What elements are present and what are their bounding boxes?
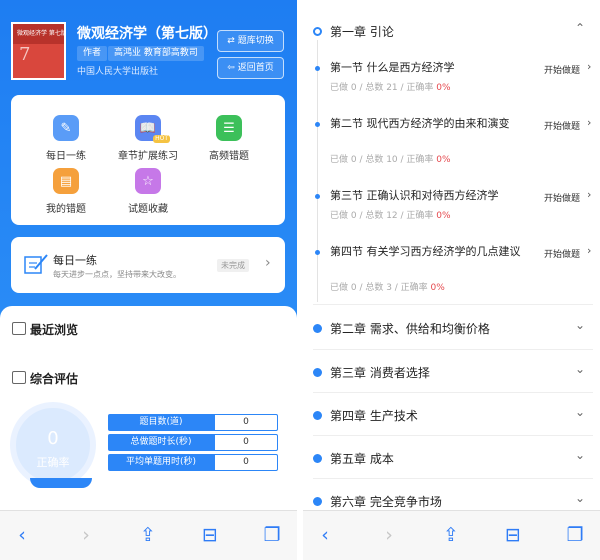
browser-toolbar: ‹ › ⇪ ⊟ ❐ xyxy=(0,510,297,560)
feature-grid: ✎ 每日一练 📖 HOT 章节扩展练习 ☰ 高频错题 ▤ 我的错题 ☆ 试题收藏 xyxy=(11,95,285,225)
bookmarks-icon[interactable]: ⊟ xyxy=(198,523,222,547)
bookmarks-icon[interactable]: ⊟ xyxy=(501,523,525,547)
book-icon: 📖 HOT xyxy=(135,115,170,143)
accuracy-value: 0 xyxy=(47,428,59,449)
back-home-button[interactable]: ⇦ 返回首页 xyxy=(217,57,284,79)
publisher: 中国人民大学出版社 xyxy=(77,67,159,77)
chapter-5-header[interactable]: 第五章 成本 ⌄ xyxy=(303,438,600,478)
cover-text: 微观经济学 第七版 xyxy=(17,30,66,37)
section-meta: 已做 0 / 总数 3 / 正确率 0% xyxy=(330,283,445,293)
chapter-title: 第二章 需求、供给和均衡价格 xyxy=(330,322,490,336)
chapter-dot xyxy=(313,454,322,463)
chevron-right-icon: › xyxy=(587,188,592,201)
chapter-title: 第一章 引论 xyxy=(330,25,394,39)
section-name: 第三节 正确认识和对待西方经济学 xyxy=(330,189,499,202)
chapter-1-header[interactable]: 第一章 引论 ⌃ xyxy=(303,11,600,51)
chapter-dot xyxy=(313,497,322,506)
status-badge: 未完成 xyxy=(217,259,249,272)
evaluation-title: 综合评估 xyxy=(30,372,79,386)
hot-badge: HOT xyxy=(153,135,170,143)
chevron-down-icon: ⌄ xyxy=(575,362,586,376)
share-icon[interactable]: ⇪ xyxy=(136,523,160,547)
section-name: 第二节 现代西方经济学的由来和演变 xyxy=(330,117,510,130)
stat-avg-time: 平均单题用时(秒) 0 xyxy=(108,454,278,471)
chevron-right-icon: › xyxy=(587,60,592,73)
start-practice-button[interactable]: 开始做题 xyxy=(544,63,580,76)
start-practice-button[interactable]: 开始做题 xyxy=(544,119,580,132)
book-title: 微观经济学（第七版） xyxy=(77,26,217,42)
section-meta: 已做 0 / 总数 21 / 正确率 0% xyxy=(330,83,451,93)
grid-daily-practice[interactable]: ✎ 每日一练 xyxy=(26,115,106,162)
chevron-up-icon: ⌃ xyxy=(575,21,586,35)
daily-practice-card[interactable]: 每日一练 每天进步一点点，坚持带来大改变。 未完成 › xyxy=(11,237,285,293)
start-practice-button[interactable]: 开始做题 xyxy=(544,191,580,204)
author-name: 高鸿业 教育部高教司 xyxy=(108,46,204,61)
chapter-dot xyxy=(313,368,322,377)
chapter-3-header[interactable]: 第三章 消费者选择 ⌄ xyxy=(303,352,600,392)
daily-subtitle: 每天进步一点点，坚持带来大改变。 xyxy=(53,270,181,279)
chevron-right-icon: › xyxy=(587,244,592,257)
section-meta: 已做 0 / 总数 10 / 正确率 0% xyxy=(330,155,451,165)
chapter-title: 第三章 消费者选择 xyxy=(330,366,430,380)
evaluation-icon xyxy=(12,371,26,384)
stat-total-time: 总做题时长(秒) 0 xyxy=(108,434,278,451)
recent-title[interactable]: 最近浏览 xyxy=(30,321,78,338)
pencil-icon: ✎ xyxy=(53,115,79,141)
swap-icon: ⇄ xyxy=(227,36,235,46)
stat-question-count: 题目数(道) 0 xyxy=(108,414,278,431)
chapter-4-header[interactable]: 第四章 生产技术 ⌄ xyxy=(303,395,600,435)
pen-note-icon xyxy=(24,254,48,274)
accuracy-gauge: 0 正确率 xyxy=(10,402,96,488)
forward-icon[interactable]: › xyxy=(377,523,401,547)
switch-bank-button[interactable]: ⇄ 题库切换 xyxy=(217,30,284,52)
gauge-wave xyxy=(30,478,92,488)
grid-my-errors[interactable]: ▤ 我的错题 xyxy=(26,168,106,215)
chevron-down-icon: ⌄ xyxy=(575,405,586,419)
forward-icon[interactable]: › xyxy=(74,523,98,547)
back-arrow-icon: ⇦ xyxy=(227,63,235,73)
calendar-icon: ▤ xyxy=(53,168,79,194)
start-practice-button[interactable]: 开始做题 xyxy=(544,247,580,260)
tree-line xyxy=(317,40,318,302)
back-icon[interactable]: ‹ xyxy=(10,523,34,547)
section-meta: 已做 0 / 总数 12 / 正确率 0% xyxy=(330,211,451,221)
history-icon xyxy=(12,322,26,335)
section-name: 第一节 什么是西方经济学 xyxy=(330,61,455,74)
daily-title: 每日一练 xyxy=(53,254,97,267)
accuracy-label: 正确率 xyxy=(36,456,70,469)
chevron-down-icon: ⌄ xyxy=(575,448,586,462)
chapter-title: 第四章 生产技术 xyxy=(330,409,418,423)
chapter-2-header[interactable]: 第二章 需求、供给和均衡价格 ⌄ xyxy=(303,308,600,348)
cover-number: 7 xyxy=(19,44,31,65)
chevron-down-icon: ⌄ xyxy=(575,491,586,505)
book-cover[interactable]: 微观经济学 第七版 7 xyxy=(11,22,66,80)
left-panel: 微观经济学 第七版 7 微观经济学（第七版） 作者 高鸿业 教育部高教司 中国人… xyxy=(0,0,297,560)
right-panel: 第一章 引论 ⌃ 第一节 什么是西方经济学 已做 0 / 总数 21 / 正确率… xyxy=(303,0,600,560)
star-icon: ☆ xyxy=(135,168,161,194)
browser-toolbar: ‹ › ⇪ ⊟ ❐ xyxy=(303,510,600,560)
list-icon: ☰ xyxy=(216,115,242,141)
tabs-icon[interactable]: ❐ xyxy=(260,523,284,547)
chapter-title: 第六章 完全竞争市场 xyxy=(330,495,442,509)
chevron-right-icon: › xyxy=(587,116,592,129)
chevron-down-icon: ⌄ xyxy=(575,318,586,332)
grid-chapter-practice[interactable]: 📖 HOT 章节扩展练习 xyxy=(108,115,188,162)
share-icon[interactable]: ⇪ xyxy=(439,523,463,547)
section-name: 第四节 有关学习西方经济学的几点建议 xyxy=(330,245,521,258)
back-icon[interactable]: ‹ xyxy=(313,523,337,547)
grid-frequent-errors[interactable]: ☰ 高频错题 xyxy=(189,115,269,162)
chapter-dot xyxy=(313,411,322,420)
chapter-title: 第五章 成本 xyxy=(330,452,394,466)
chevron-right-icon: › xyxy=(265,255,271,271)
tabs-icon[interactable]: ❐ xyxy=(563,523,587,547)
chapter-dot xyxy=(313,324,322,333)
author-tag: 作者 xyxy=(77,46,108,61)
grid-favorites[interactable]: ☆ 试题收藏 xyxy=(108,168,188,215)
chapter-dot xyxy=(313,27,322,36)
